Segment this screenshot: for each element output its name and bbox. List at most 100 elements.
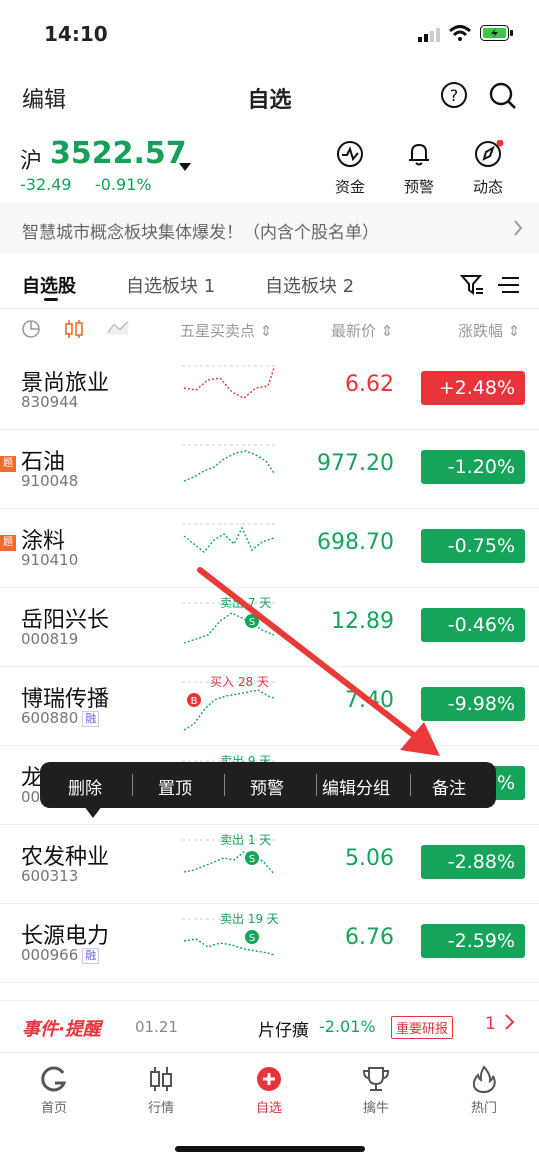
index-dropdown-icon[interactable] xyxy=(179,156,191,175)
news-label: 动态 xyxy=(472,178,503,196)
event-bar[interactable]: 事件·提醒 01.21 片仔癀 -2.01% 重要研报 1 xyxy=(0,1000,539,1051)
stock-price: 6.62 xyxy=(345,372,394,397)
stock-change-badge[interactable]: -9.98% xyxy=(421,687,525,721)
margin-badge: 融 xyxy=(82,710,100,727)
svg-text:买入 28 天: 买入 28 天 xyxy=(210,675,269,689)
cellular-icon xyxy=(418,27,440,46)
menu-delete[interactable]: 删除 xyxy=(68,774,102,799)
nav-home-label: 首页 xyxy=(40,1101,67,1116)
bottom-nav: 首页 行情 自选 擒牛 热门 xyxy=(0,1052,539,1133)
status-time: 14:10 xyxy=(44,22,108,46)
menu-edit-group[interactable]: 编辑分组 xyxy=(322,774,390,799)
stock-change-badge[interactable]: -0.75% xyxy=(421,529,525,563)
col-signal[interactable]: 五星买卖点 ⇕ xyxy=(180,320,272,341)
stock-price: 5.06 xyxy=(345,846,394,871)
svg-text:?: ? xyxy=(450,86,459,105)
trophy-icon xyxy=(362,1067,390,1091)
help-icon[interactable]: ? xyxy=(440,81,468,113)
signal-sparkline: 卖出 19 天 S xyxy=(182,912,278,956)
search-icon[interactable] xyxy=(488,81,518,115)
signal-sparkline: 卖出 7 天 S xyxy=(182,596,278,644)
stock-row[interactable]: 岳阳兴长 000819 卖出 7 天 S 12.89 -0.46% xyxy=(0,587,539,667)
stock-change-badge[interactable]: -2.59% xyxy=(421,924,525,958)
stock-price: 12.89 xyxy=(331,609,394,634)
event-stock: 片仔癀 xyxy=(258,1021,309,1041)
stock-row[interactable]: 博瑞传播 600880 融买入 28 天 B 7.40 -9.98% xyxy=(0,666,539,746)
stock-change-badge[interactable]: -0.46% xyxy=(421,608,525,642)
watchlist-tabs: 自选股 自选板块 1 自选板块 2 xyxy=(0,266,539,309)
stock-code: 600880 融 xyxy=(21,709,100,727)
menu-note[interactable]: 备注 xyxy=(432,774,466,799)
home-g-icon xyxy=(41,1066,67,1092)
menu-alert[interactable]: 预警 xyxy=(250,774,284,799)
signal-sparkline xyxy=(182,523,278,553)
stock-change-badge[interactable]: -2.88% xyxy=(421,845,525,879)
event-pct: -2.01% xyxy=(319,1017,376,1036)
nav-home[interactable]: 首页 xyxy=(19,1065,89,1116)
nav-market-label: 行情 xyxy=(147,1101,174,1116)
margin-badge: 融 xyxy=(82,947,100,964)
chevron-right-icon xyxy=(513,219,523,241)
stock-row[interactable]: 题涂料 910410 698.70 -0.75% xyxy=(0,508,539,588)
index-change: -32.49 xyxy=(20,175,72,194)
nav-watchlist[interactable]: 自选 xyxy=(234,1065,304,1116)
stock-code: 830944 xyxy=(21,393,79,411)
stock-code: 600313 xyxy=(21,867,79,885)
news-button[interactable]: 动态 xyxy=(456,139,520,197)
col-price[interactable]: 最新价 ⇕ xyxy=(331,320,393,341)
nav-market[interactable]: 行情 xyxy=(126,1065,196,1116)
stock-price: 977.20 xyxy=(317,451,394,476)
stock-code: 910410 xyxy=(21,551,79,569)
event-badge: 重要研报 xyxy=(391,1016,454,1039)
wifi-icon xyxy=(448,25,472,45)
stock-price: 7.40 xyxy=(345,688,394,713)
stock-row[interactable]: 题石油 910048 977.20 -1.20% xyxy=(0,429,539,509)
banner-text[interactable]: 智慧城市概念板块集体爆发！（内含个股名单） xyxy=(22,218,379,243)
tab-underline xyxy=(44,298,58,301)
funds-icon xyxy=(337,141,363,167)
stock-change-badge[interactable]: +2.48% xyxy=(421,371,525,405)
tab-sector-1[interactable]: 自选板块 1 xyxy=(126,272,215,298)
nav-hot[interactable]: 热门 xyxy=(449,1065,519,1116)
stock-row[interactable]: 农发种业 600313 卖出 1 天 S 5.06 -2.88% xyxy=(0,824,539,904)
svg-text:卖出 1 天: 卖出 1 天 xyxy=(220,833,271,847)
stock-row[interactable]: 景尚旅业 830944 6.62 +2.48% xyxy=(0,350,539,430)
funds-label: 资金 xyxy=(334,178,365,196)
index-value[interactable]: 3522.57 xyxy=(50,136,187,171)
event-date: 01.21 xyxy=(135,1018,178,1036)
line-chart-icon[interactable] xyxy=(107,319,129,341)
col-change[interactable]: 涨跌幅 ⇕ xyxy=(458,320,520,341)
alert-label: 预警 xyxy=(403,178,434,196)
tab-stocks[interactable]: 自选股 xyxy=(22,272,76,298)
event-chevron-icon xyxy=(504,1012,516,1036)
stock-price: 6.76 xyxy=(345,925,394,950)
signal-sparkline xyxy=(182,444,278,482)
context-menu: 删除 置顶 预警 编辑分组 备注 xyxy=(40,762,496,808)
topic-tag: 题 xyxy=(0,535,16,551)
signal-sparkline xyxy=(182,365,278,399)
stock-row[interactable]: 长源电力 000966 融卖出 19 天 S 6.76 -2.59% xyxy=(0,903,539,983)
svg-text:S: S xyxy=(249,854,255,865)
signal-sparkline: 卖出 1 天 S xyxy=(182,833,278,875)
menu-pin-top[interactable]: 置顶 xyxy=(158,774,192,799)
index-name: 沪 xyxy=(20,149,43,174)
stock-code: 910048 xyxy=(21,472,79,490)
stock-price: 698.70 xyxy=(317,530,394,555)
pie-chart-icon[interactable] xyxy=(21,319,41,343)
topic-tag: 题 xyxy=(0,456,16,472)
stock-change-badge[interactable]: -1.20% xyxy=(421,450,525,484)
filter-icon[interactable] xyxy=(459,273,484,301)
index-change-pct: -0.91% xyxy=(95,175,152,194)
home-indicator xyxy=(175,1146,365,1152)
svg-text:S: S xyxy=(249,933,255,944)
flame-icon xyxy=(472,1065,496,1094)
menu-icon[interactable] xyxy=(498,275,520,299)
funds-button[interactable]: 资金 xyxy=(318,140,382,197)
alert-button[interactable]: 预警 xyxy=(387,140,451,197)
nav-catch-bull-label: 擒牛 xyxy=(362,1101,389,1116)
candlestick-icon[interactable] xyxy=(64,318,84,344)
bell-icon xyxy=(409,143,429,166)
tab-sector-2[interactable]: 自选板块 2 xyxy=(265,272,354,298)
nav-catch-bull[interactable]: 擒牛 xyxy=(341,1065,411,1116)
nav-watchlist-label: 自选 xyxy=(255,1101,282,1116)
